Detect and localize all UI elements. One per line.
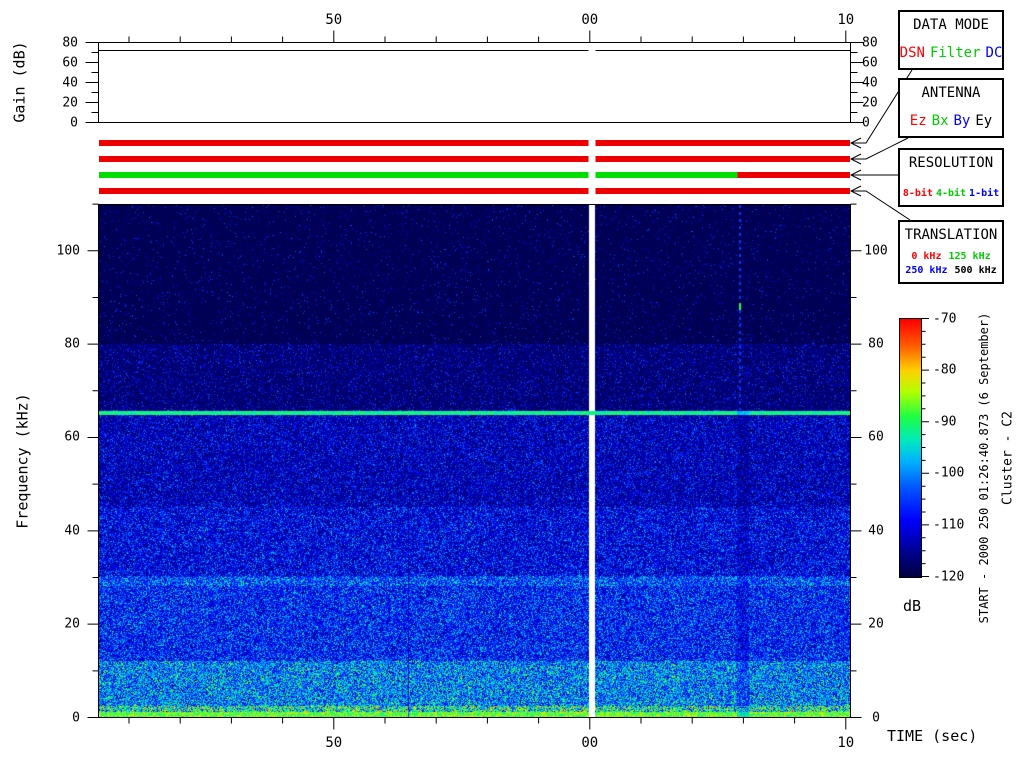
colorbar-tick-label: -120 — [933, 569, 965, 584]
freq-ytick-label-right: 40 — [868, 523, 884, 539]
antenna-options: Ez Bx By Ey — [910, 113, 992, 136]
colorbar-tick-label: -80 — [933, 362, 957, 378]
resolution-legend-box: RESOLUTION 8-bit 4-bit 1-bit — [898, 148, 1004, 207]
legend-option-0-khz: 0 kHz — [911, 251, 942, 262]
gain-ytick-label-right: 40 — [862, 75, 878, 90]
wbd-spectrogram-display: 50 50 00 00 10 10 0 0 20 20 40 40 60 60 80 80 0 0 20 20 40 40… — [0, 0, 1024, 768]
freq-ytick-label-right: 60 — [868, 429, 884, 445]
colorbar-tick-label: -90 — [933, 414, 957, 430]
colorbar-unit-label: dB — [903, 597, 922, 615]
translation-options: 0 kHz 125 kHz 250 kHz 500 kHz — [905, 251, 996, 282]
spectrogram-canvas — [99, 205, 850, 717]
gain-ytick-label-right: 20 — [862, 95, 878, 110]
legend-option-by: By — [953, 113, 971, 129]
top-time-tick-label: 50 — [325, 12, 343, 28]
top-time-tick-label: 00 — [581, 12, 599, 28]
colorbar-tick-label: -70 — [933, 311, 957, 326]
legend-option-4-bit: 4-bit — [935, 188, 967, 199]
legend-option-8-bit: 8-bit — [902, 188, 933, 199]
gain-ytick-label-left: 80 — [62, 35, 78, 50]
gain-panel-frame — [98, 42, 851, 123]
legend-option-ey: Ey — [975, 113, 993, 129]
translation-bar — [99, 188, 589, 194]
translation-legend-box: TRANSLATION 0 kHz 125 kHz 250 kHz 500 kHz — [898, 220, 1004, 284]
freq-ytick-label-right: 20 — [868, 616, 884, 632]
freq-ytick-label-right: 0 — [872, 710, 880, 725]
data-mode-legend-box: DATA MODE DSN Filter DC — [898, 10, 1004, 70]
resolution-options: 8-bit 4-bit 1-bit — [903, 188, 999, 205]
legend-option-dc: DC — [985, 45, 1003, 61]
top-time-tick-label: 10 — [837, 12, 855, 28]
colorbar-gradient — [900, 319, 921, 577]
resolution-bar — [99, 172, 589, 178]
antenna-title: ANTENNA — [921, 85, 981, 101]
gain-ytick-label-right: 0 — [862, 115, 870, 130]
freq-ytick-label-left: 40 — [64, 523, 80, 539]
translation-row-2: 250 kHz 500 kHz — [905, 265, 996, 276]
bottom-time-tick-label: 00 — [581, 735, 599, 751]
frequency-axis-title: Frequency (kHz) — [13, 393, 32, 529]
data-mode-title: DATA MODE — [913, 17, 989, 33]
gain-ytick-label-left: 40 — [62, 75, 78, 90]
legend-option-dsn: DSN — [899, 45, 925, 61]
resolution-title: RESOLUTION — [908, 155, 994, 171]
gain-ytick-label-left: 0 — [70, 115, 78, 130]
resolution-bar — [737, 172, 850, 178]
translation-title: TRANSLATION — [904, 227, 998, 243]
spacecraft-annotation: Cluster - C2 — [1000, 411, 1016, 505]
translation-row-1: 0 kHz 125 kHz — [911, 251, 990, 262]
translation-bar — [595, 188, 850, 194]
data-mode-bar — [595, 140, 850, 146]
colorbar-tick-label: -100 — [933, 465, 965, 481]
gain-ytick-label-right: 80 — [862, 35, 878, 50]
start-time-annotation: START - 2000 250 01:26:40.873 (6 Septemb… — [977, 312, 991, 624]
gain-axis-title: Gain (dB) — [10, 41, 29, 123]
antenna-bar — [99, 156, 589, 162]
freq-ytick-label-left: 80 — [64, 336, 80, 352]
freq-ytick-label-left: 20 — [64, 616, 80, 632]
freq-ytick-label-right: 80 — [868, 336, 884, 352]
resolution-bar — [595, 172, 738, 178]
freq-ytick-label-right: 100 — [864, 243, 888, 259]
legend-option-250-khz: 250 kHz — [905, 265, 948, 276]
time-axis-title: TIME (sec) — [887, 727, 978, 745]
legend-option-bx: Bx — [931, 113, 949, 129]
data-mode-options: DSN Filter DC — [900, 45, 1003, 68]
freq-ytick-label-left: 100 — [56, 243, 80, 259]
freq-ytick-label-left: 60 — [64, 429, 80, 445]
legend-option-ez: Ez — [909, 113, 927, 129]
bottom-time-tick-label: 10 — [837, 735, 855, 751]
data-mode-bar — [99, 140, 589, 146]
gain-ytick-label-left: 60 — [62, 55, 78, 70]
gain-ytick-label-left: 20 — [62, 95, 78, 110]
antenna-bar — [595, 156, 850, 162]
freq-ytick-label-left: 0 — [72, 710, 80, 725]
legend-option-filter: Filter — [929, 45, 981, 61]
legend-option-500-khz: 500 kHz — [954, 265, 997, 276]
antenna-legend-box: ANTENNA Ez Bx By Ey — [898, 78, 1004, 138]
gain-ytick-label-right: 60 — [862, 55, 878, 70]
bottom-time-tick-label: 50 — [325, 735, 343, 751]
legend-option-1-bit: 1-bit — [969, 188, 1000, 199]
legend-option-125-khz: 125 kHz — [948, 251, 991, 262]
colorbar-tick-label: -110 — [933, 517, 965, 533]
